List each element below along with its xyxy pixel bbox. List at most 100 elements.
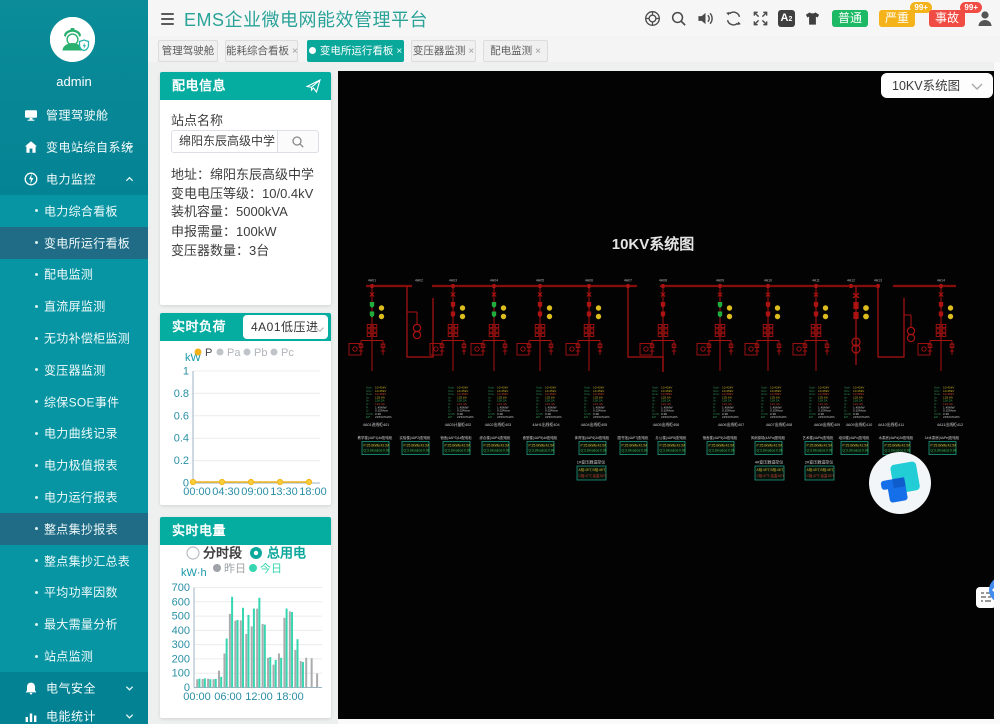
svg-text:4A05出线柜406: 4A05出线柜406 (653, 422, 680, 427)
svg-text:食堂楼(4AP5)4#配电柜: 食堂楼(4AP5)4#配电柜 (523, 435, 558, 440)
svg-text:215347kWh: 215347kWh (497, 415, 514, 419)
svg-text:4A03: 4A03 (449, 279, 457, 283)
svg-text:EP :: EP : (536, 415, 542, 419)
svg-text:油温:52℃: 油温:52℃ (593, 473, 608, 478)
svg-text:0.8: 0.8 (174, 388, 189, 400)
svg-text:04:30: 04:30 (212, 486, 240, 498)
svg-text:4A02: 4A02 (415, 279, 423, 283)
svg-text:风雨操场(4APa)配电柜: 风雨操场(4APa)配电柜 (751, 435, 786, 440)
svg-text:B相:46℃: B相:46℃ (821, 467, 835, 472)
svg-text:Pc: Pc (281, 347, 294, 359)
svg-text:100: 100 (172, 668, 190, 680)
svg-text:EP :: EP : (448, 415, 454, 419)
svg-text:EP :: EP : (713, 415, 719, 419)
svg-text:分时段: 分时段 (203, 546, 242, 561)
svg-text:4A08出线柜409: 4A08出线柜409 (814, 422, 841, 427)
svg-text:1#水泵房(4APe)配电柜: 1#水泵房(4APe)配电柜 (925, 435, 960, 440)
svg-text:cos:0.98: cos:0.98 (458, 449, 471, 453)
svg-text:B相:46℃: B相:46℃ (593, 467, 607, 472)
svg-text:C相:47℃: C相:47℃ (757, 473, 771, 478)
svg-text:4A06: 4A06 (585, 279, 593, 283)
svg-text:0.6: 0.6 (174, 410, 189, 422)
svg-text:4A02出线柜403: 4A02出线柜403 (485, 422, 512, 427)
svg-text:1: 1 (183, 366, 189, 378)
svg-text:Ia:42.5A: Ia:42.5A (820, 444, 833, 448)
svg-text:00:00: 00:00 (183, 486, 211, 498)
svg-text:cos:0.98: cos:0.98 (417, 449, 430, 453)
svg-text:cos:0.98: cos:0.98 (542, 449, 555, 453)
svg-text:4A09出线柜410: 4A09出线柜410 (846, 422, 873, 427)
svg-text:综合楼(4AP4)配电柜: 综合楼(4AP4)配电柜 (480, 435, 512, 440)
svg-text:cos:0.98: cos:0.98 (635, 449, 648, 453)
svg-text:办公楼(4AP8)配电柜: 办公楼(4AP8)配电柜 (656, 435, 688, 440)
svg-text:cos:0.98: cos:0.98 (898, 449, 911, 453)
svg-text:4A01: 4A01 (368, 279, 376, 283)
svg-text:C相:47℃: C相:47℃ (807, 473, 821, 478)
svg-text:P: P (205, 347, 212, 359)
svg-text:18:00: 18:00 (299, 486, 327, 498)
svg-text:0.2: 0.2 (174, 455, 189, 467)
svg-text:cos:0.98: cos:0.98 (594, 449, 607, 453)
svg-text:Ia:42.5A: Ia:42.5A (673, 444, 686, 448)
svg-text:500: 500 (172, 611, 190, 623)
svg-text:油温:52℃: 油温:52℃ (771, 473, 786, 478)
svg-text:B相:46℃: B相:46℃ (771, 467, 785, 472)
svg-text:C相:47℃: C相:47℃ (579, 473, 593, 478)
svg-text:EP :: EP : (366, 415, 372, 419)
svg-text:600: 600 (172, 596, 190, 608)
svg-text:215347kWh: 215347kWh (457, 415, 474, 419)
svg-text:cos:0.98: cos:0.98 (856, 449, 869, 453)
svg-text:Ia:42.5A: Ia:42.5A (770, 444, 783, 448)
svg-text:4AH1出线柜404: 4AH1出线柜404 (532, 422, 559, 427)
svg-text:Ia:42.5A: Ia:42.5A (635, 444, 648, 448)
svg-text:cos:0.98: cos:0.98 (497, 449, 510, 453)
svg-text:昨日: 昨日 (224, 562, 246, 575)
svg-text:4A09: 4A09 (716, 279, 724, 283)
svg-text:EP :: EP : (844, 415, 850, 419)
svg-text:Ia:42.5A: Ia:42.5A (944, 444, 957, 448)
svg-text:Pa: Pa (227, 347, 241, 359)
svg-text:4A10: 4A10 (764, 279, 772, 283)
svg-text:0.4: 0.4 (174, 433, 189, 445)
svg-text:200: 200 (172, 653, 190, 665)
svg-text:06:00: 06:00 (214, 691, 242, 703)
svg-text:215347kWh: 215347kWh (722, 415, 739, 419)
svg-text:215347kWh: 215347kWh (661, 415, 678, 419)
svg-text:10KV系统图: 10KV系统图 (892, 79, 960, 93)
svg-text:EP :: EP : (652, 415, 658, 419)
svg-text:cos:0.98: cos:0.98 (673, 449, 686, 453)
svg-text:Pb: Pb (254, 347, 267, 359)
svg-text:EP :: EP : (488, 415, 494, 419)
svg-text:1#变压器温控仪: 1#变压器温控仪 (577, 459, 605, 465)
svg-text:A相:45℃: A相:45℃ (757, 467, 771, 472)
svg-text:300: 300 (172, 639, 190, 651)
svg-text:2#变压器温控仪: 2#变压器温控仪 (805, 459, 833, 465)
svg-text:4A04出线柜405: 4A04出线柜405 (581, 422, 608, 427)
svg-text:cos:0.98: cos:0.98 (377, 449, 390, 453)
svg-text:A相:45℃: A相:45℃ (579, 467, 593, 472)
svg-text:Ia:42.5A: Ia:42.5A (458, 444, 471, 448)
svg-text:A相:45℃: A相:45℃ (807, 467, 821, 472)
svg-text:EP :: EP : (761, 415, 767, 419)
svg-text:215347kWh: 215347kWh (593, 415, 610, 419)
svg-text:宿舍楼(4AP9)2#配电柜: 宿舍楼(4AP9)2#配电柜 (703, 435, 738, 440)
svg-text:Ia:42.5A: Ia:42.5A (594, 444, 607, 448)
svg-text:cos:0.98: cos:0.98 (722, 449, 735, 453)
svg-text:cos:0.98: cos:0.98 (770, 449, 783, 453)
svg-text:Ia:42.5A: Ia:42.5A (722, 444, 735, 448)
svg-text:4A07出线柜408: 4A07出线柜408 (766, 422, 793, 427)
svg-text:4A01进线柜401: 4A01进线柜401 (363, 422, 390, 427)
svg-text:00:00: 00:00 (183, 691, 211, 703)
svg-text:EP :: EP : (584, 415, 590, 419)
svg-text:215347kWh: 215347kWh (545, 415, 562, 419)
svg-text:Ia:42.5A: Ia:42.5A (497, 444, 510, 448)
svg-text:图书馆(4AP7)配电柜: 图书馆(4AP7)配电柜 (618, 435, 650, 440)
svg-text:kW·h: kW·h (181, 567, 207, 579)
svg-text:4A08: 4A08 (659, 279, 667, 283)
svg-text:艺术楼(4APb)配电柜: 艺术楼(4APb)配电柜 (803, 435, 835, 440)
svg-text:4A11: 4A11 (812, 279, 820, 283)
svg-text:培训楼(4APc)配电柜: 培训楼(4APc)配电柜 (839, 435, 870, 440)
svg-text:400: 400 (172, 625, 190, 637)
svg-text:18:00: 18:00 (276, 691, 304, 703)
svg-text:215347kWh: 215347kWh (818, 415, 835, 419)
